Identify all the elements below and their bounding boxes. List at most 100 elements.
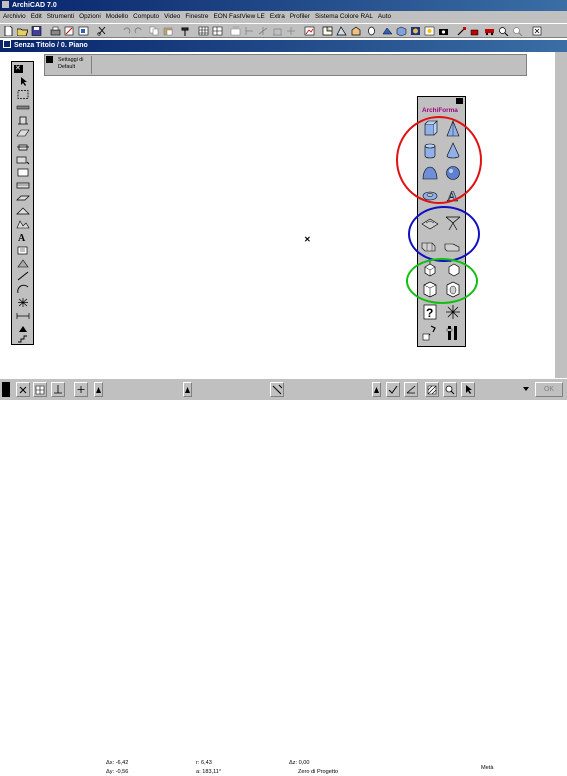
delta-arrow-icon[interactable] xyxy=(372,382,381,397)
palette-header xyxy=(418,97,465,105)
plus-icon[interactable] xyxy=(74,382,88,397)
fill-tool-icon[interactable] xyxy=(16,258,30,269)
settings-tools-icon[interactable] xyxy=(421,324,439,342)
dimension-tool-icon[interactable] xyxy=(16,310,30,321)
highlight-green-ellipse xyxy=(406,258,478,304)
lamp-tool-icon[interactable] xyxy=(16,154,30,165)
parameters-icon[interactable] xyxy=(444,324,462,342)
coordinate-angle: a: 183,11° xyxy=(196,769,222,775)
coordinate-bar: Δx: -6,42 Δy: -0,56 r: 6,43 a: 183,11° Δ… xyxy=(0,378,567,775)
roof-tool-icon[interactable] xyxy=(16,206,30,217)
adjust-icon[interactable] xyxy=(286,26,297,36)
trim-icon[interactable] xyxy=(258,26,269,36)
eyedropper-icon[interactable] xyxy=(456,26,467,36)
scale-dropdown-icon[interactable] xyxy=(522,385,530,393)
window-tool-icon[interactable] xyxy=(16,128,30,139)
menu-opzioni[interactable]: Opzioni xyxy=(76,13,103,20)
3d-window-icon[interactable] xyxy=(350,26,361,36)
cut-icon[interactable] xyxy=(97,26,108,36)
coordinate-bar-close-icon[interactable] xyxy=(2,382,10,397)
snap-grid-toggle-icon[interactable] xyxy=(33,382,47,397)
mouse-icon[interactable] xyxy=(366,26,377,36)
menu-modello[interactable]: Modello xyxy=(103,13,130,20)
save-icon[interactable] xyxy=(31,26,42,36)
plot-icon[interactable] xyxy=(64,26,75,36)
mesh-tool-icon[interactable] xyxy=(16,219,30,230)
zoom-out-icon[interactable] xyxy=(512,26,523,36)
stair-tool-icon[interactable] xyxy=(16,333,30,344)
grid-icon[interactable] xyxy=(198,26,209,36)
magnifier-icon[interactable] xyxy=(443,382,457,397)
column-tool-icon[interactable] xyxy=(16,167,30,178)
print-icon[interactable] xyxy=(50,26,61,36)
publish-icon[interactable] xyxy=(78,26,89,36)
new-file-icon[interactable] xyxy=(3,26,14,36)
hammer-icon[interactable] xyxy=(180,26,191,36)
redo-icon[interactable] xyxy=(133,26,144,36)
angle-icon[interactable] xyxy=(404,382,418,397)
close-palette-icon[interactable] xyxy=(532,26,543,36)
menu-finestre[interactable]: Finestre xyxy=(182,13,210,20)
wall-tool-icon[interactable] xyxy=(16,102,30,113)
gravity-icon[interactable] xyxy=(51,382,65,397)
hammer-tool-icon[interactable] xyxy=(270,382,284,397)
open-folder-icon[interactable] xyxy=(17,26,28,36)
menu-archivio[interactable]: Archivio xyxy=(0,13,28,20)
check-icon[interactable] xyxy=(386,382,400,397)
car-icon[interactable] xyxy=(484,26,495,36)
camera-icon[interactable] xyxy=(438,26,449,36)
line-tool-icon[interactable] xyxy=(16,271,30,282)
window-close-icon[interactable] xyxy=(3,40,11,48)
zoom-in-icon[interactable] xyxy=(498,26,509,36)
ok-button[interactable]: OK xyxy=(535,382,563,397)
snap-point-icon[interactable] xyxy=(444,303,462,321)
menu-video[interactable]: Video xyxy=(161,13,182,20)
delta-icon[interactable] xyxy=(94,382,103,397)
text-tool-icon[interactable]: A xyxy=(16,232,30,244)
arrow-tool-icon[interactable] xyxy=(16,76,30,87)
hotspot-tool-icon[interactable] xyxy=(16,297,30,308)
menu-eon-fastview[interactable]: EON FastView LE xyxy=(210,13,266,20)
door-tool-icon[interactable] xyxy=(16,115,30,126)
slab-tool-icon[interactable] xyxy=(16,193,30,204)
coordinate-dx: Δx: -6,42 xyxy=(106,760,129,766)
help-icon[interactable]: ? xyxy=(421,303,439,321)
cursor-crosshair-icon: ✕ xyxy=(304,235,311,244)
menu-edit[interactable]: Edit xyxy=(28,13,44,20)
polar-icon[interactable] xyxy=(183,382,192,397)
scale-select[interactable]: Metà xyxy=(481,765,493,772)
beam-tool-icon[interactable] xyxy=(16,180,30,191)
section-icon[interactable] xyxy=(244,26,255,36)
paste-icon[interactable] xyxy=(163,26,174,36)
menu-computo[interactable]: Computo xyxy=(130,13,161,20)
sun-icon[interactable] xyxy=(424,26,435,36)
menu-profiler[interactable]: Profiler xyxy=(287,13,312,20)
render-icon[interactable] xyxy=(410,26,421,36)
drawing-icon[interactable] xyxy=(304,26,315,36)
copy-icon[interactable] xyxy=(149,26,160,36)
axonometry-icon[interactable] xyxy=(396,26,407,36)
palette-close-icon[interactable] xyxy=(456,98,463,104)
arc-tool-icon[interactable] xyxy=(16,284,30,295)
close-cross-icon[interactable] xyxy=(16,382,30,397)
toolbox-close-icon[interactable] xyxy=(14,64,23,73)
floor-plan-icon[interactable] xyxy=(322,26,333,36)
snap-hatch-icon[interactable] xyxy=(425,382,439,397)
reference-select[interactable]: Zero di Progetto xyxy=(298,769,338,776)
perspective-icon[interactable] xyxy=(382,26,393,36)
menu-extra[interactable]: Extra xyxy=(267,13,287,20)
info-box-close-icon[interactable] xyxy=(46,56,53,63)
undo-icon[interactable] xyxy=(121,26,132,36)
menu-auto[interactable]: Auto xyxy=(375,13,393,20)
arrow-tool-small-icon[interactable] xyxy=(461,382,475,397)
label-tool-icon[interactable] xyxy=(16,245,30,256)
section-view-icon[interactable] xyxy=(336,26,347,36)
elevation-icon[interactable] xyxy=(272,26,283,36)
bucket-icon[interactable] xyxy=(470,26,481,36)
menu-sistema-colore-ral[interactable]: Sistema Colore RAL xyxy=(312,13,375,20)
object-tool-icon[interactable] xyxy=(16,141,30,152)
menu-strumenti[interactable]: Strumenti xyxy=(44,13,76,20)
snap-grid-icon[interactable] xyxy=(212,26,223,36)
marquee-tool-icon[interactable] xyxy=(16,89,30,100)
layer-icon[interactable] xyxy=(230,26,241,36)
